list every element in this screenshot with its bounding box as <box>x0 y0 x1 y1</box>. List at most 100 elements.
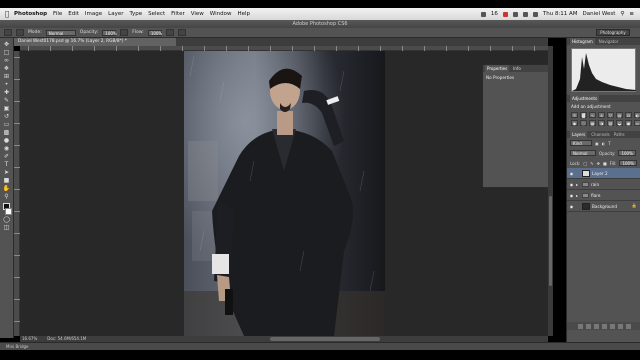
battery-icon[interactable] <box>532 11 538 17</box>
menu-photoshop[interactable]: Photoshop <box>14 11 47 17</box>
horizontal-scrollbar[interactable] <box>270 337 380 341</box>
tab-navigator[interactable]: Navigator <box>599 38 619 45</box>
expand-arrow-icon[interactable]: ▸ <box>576 182 580 187</box>
expand-arrow-icon[interactable]: ▸ <box>576 193 580 198</box>
clock[interactable]: Thu 8:11 AM <box>543 11 578 17</box>
lock-transparency-icon[interactable]: □ <box>583 161 587 166</box>
lasso-tool-icon[interactable]: ∞ <box>2 57 11 64</box>
record-icon[interactable] <box>502 11 508 17</box>
layer-row[interactable]: ◉ Layer 2 <box>567 168 640 179</box>
move-tool-icon[interactable]: ✥ <box>2 41 11 48</box>
gradient-map-icon[interactable]: ▭ <box>634 120 640 126</box>
tab-info[interactable]: Info <box>513 65 521 72</box>
quick-mask-icon[interactable]: ◯ <box>2 216 11 223</box>
eyedropper-tool-icon[interactable]: • <box>2 81 11 88</box>
workspace-switcher[interactable]: Photography <box>596 29 630 36</box>
pressure-opacity-button[interactable] <box>120 29 129 36</box>
flow-input[interactable]: 100% <box>147 29 162 36</box>
fill-input[interactable]: 100% <box>619 160 637 166</box>
healing-brush-tool-icon[interactable]: ✚ <box>2 89 11 96</box>
vertical-scroll-thumb[interactable] <box>549 196 552 286</box>
quick-select-tool-icon[interactable]: ❖ <box>2 65 11 72</box>
tab-histogram[interactable]: Histogram <box>570 38 595 45</box>
invert-icon[interactable]: ◑ <box>598 120 605 126</box>
path-select-tool-icon[interactable]: ➤ <box>2 169 11 176</box>
lock-position-icon[interactable]: ✥ <box>597 161 600 166</box>
layer-opacity-input[interactable]: 100% <box>618 150 636 156</box>
hand-tool-icon[interactable]: ✋ <box>2 185 11 192</box>
eraser-tool-icon[interactable]: ▭ <box>2 121 11 128</box>
threshold-icon[interactable]: ◒ <box>616 120 623 126</box>
selective-color-icon[interactable]: ▣ <box>625 120 632 126</box>
brush-tool-icon[interactable]: ✎ <box>2 97 11 104</box>
clone-stamp-tool-icon[interactable]: ▣ <box>2 105 11 112</box>
canvas-area[interactable] <box>20 51 548 336</box>
lock-pixels-icon[interactable]: ✎ <box>590 161 593 166</box>
black-white-icon[interactable]: ◐ <box>634 112 640 118</box>
crop-tool-icon[interactable]: ⊞ <box>2 73 11 80</box>
blur-tool-icon[interactable]: ● <box>2 137 11 144</box>
dodge-tool-icon[interactable]: ◉ <box>2 145 11 152</box>
brush-preset-button[interactable] <box>4 29 12 36</box>
visibility-eye-icon[interactable]: ◉ <box>569 182 574 187</box>
brush-panel-toggle[interactable] <box>16 29 24 36</box>
exposure-icon[interactable]: ± <box>598 112 605 118</box>
vertical-scrollbar[interactable] <box>548 46 553 336</box>
layer-name[interactable]: Background <box>592 204 617 209</box>
tab-properties[interactable]: Properties <box>485 65 510 72</box>
wifi-icon[interactable] <box>512 11 518 17</box>
pen-tool-icon[interactable]: ✐ <box>2 153 11 160</box>
airbrush-button[interactable] <box>165 29 174 36</box>
tab-paths[interactable]: Paths <box>614 131 625 138</box>
photo-filter-icon[interactable]: ◉ <box>571 120 578 126</box>
opacity-input[interactable]: 100% <box>102 29 117 36</box>
document-image[interactable] <box>184 51 385 336</box>
menu-filter[interactable]: Filter <box>171 11 185 17</box>
link-layers-icon[interactable] <box>577 323 583 329</box>
volume-icon[interactable] <box>522 11 528 17</box>
color-lookup-icon[interactable]: ▦ <box>589 120 596 126</box>
zoom-tool-icon[interactable]: ⚲ <box>2 193 11 200</box>
add-mask-icon[interactable] <box>593 323 599 329</box>
new-adjustment-icon[interactable] <box>601 323 607 329</box>
menu-select[interactable]: Select <box>148 11 165 17</box>
apple-icon[interactable]:  <box>0 10 14 18</box>
menu-file[interactable]: File <box>53 11 62 17</box>
layer-style-icon[interactable] <box>585 323 591 329</box>
hue-saturation-icon[interactable]: ▤ <box>616 112 623 118</box>
layer-name[interactable]: flare <box>591 193 600 198</box>
visibility-eye-icon[interactable]: ◉ <box>569 204 574 209</box>
menu-window[interactable]: Window <box>210 11 232 17</box>
pressure-size-button[interactable] <box>177 29 186 36</box>
visibility-eye-icon[interactable]: ◉ <box>569 171 574 176</box>
posterize-icon[interactable]: ▧ <box>607 120 614 126</box>
layer-name[interactable]: rain <box>591 182 599 187</box>
history-brush-tool-icon[interactable]: ↺ <box>2 113 11 120</box>
tab-adjustments[interactable]: Adjustments <box>570 95 600 102</box>
mini-bridge-bar[interactable]: Mini Bridge <box>0 342 640 350</box>
menu-type[interactable]: Type <box>130 11 143 17</box>
menu-help[interactable]: Help <box>237 11 250 17</box>
channel-mixer-icon[interactable]: ◌ <box>580 120 587 126</box>
layer-group-row[interactable]: ◉ ▸ flare <box>567 190 640 201</box>
brightness-contrast-icon[interactable]: ☼ <box>571 112 578 118</box>
ps-tray-icon[interactable] <box>480 11 486 17</box>
filter-pixel-icon[interactable]: ▣ <box>595 141 599 146</box>
vibrance-icon[interactable]: ▽ <box>607 112 614 118</box>
filter-adjust-icon[interactable]: ◐ <box>602 141 606 146</box>
new-layer-icon[interactable] <box>617 323 623 329</box>
filter-type-icon[interactable]: T <box>608 141 610 146</box>
visibility-eye-icon[interactable]: ◉ <box>569 193 574 198</box>
menu-edit[interactable]: Edit <box>68 11 79 17</box>
document-tab[interactable]: Daniel West0178.psd @ 16.7% (Layer 2, RG… <box>14 38 176 46</box>
blend-mode-select[interactable]: Normal <box>570 150 596 156</box>
search-icon[interactable]: ⚲ <box>620 11 624 17</box>
marquee-tool-icon[interactable]: □ <box>2 49 11 56</box>
layer-name[interactable]: Layer 2 <box>592 171 608 176</box>
curves-icon[interactable]: ∿ <box>589 112 596 118</box>
tab-layers[interactable]: Layers <box>570 131 588 138</box>
gradient-tool-icon[interactable]: ▩ <box>2 129 11 136</box>
layer-row[interactable]: ◉ Background 🔒 <box>567 201 640 212</box>
screen-mode-icon[interactable]: ◫ <box>2 224 11 231</box>
lock-all-icon[interactable]: ■ <box>603 161 607 166</box>
